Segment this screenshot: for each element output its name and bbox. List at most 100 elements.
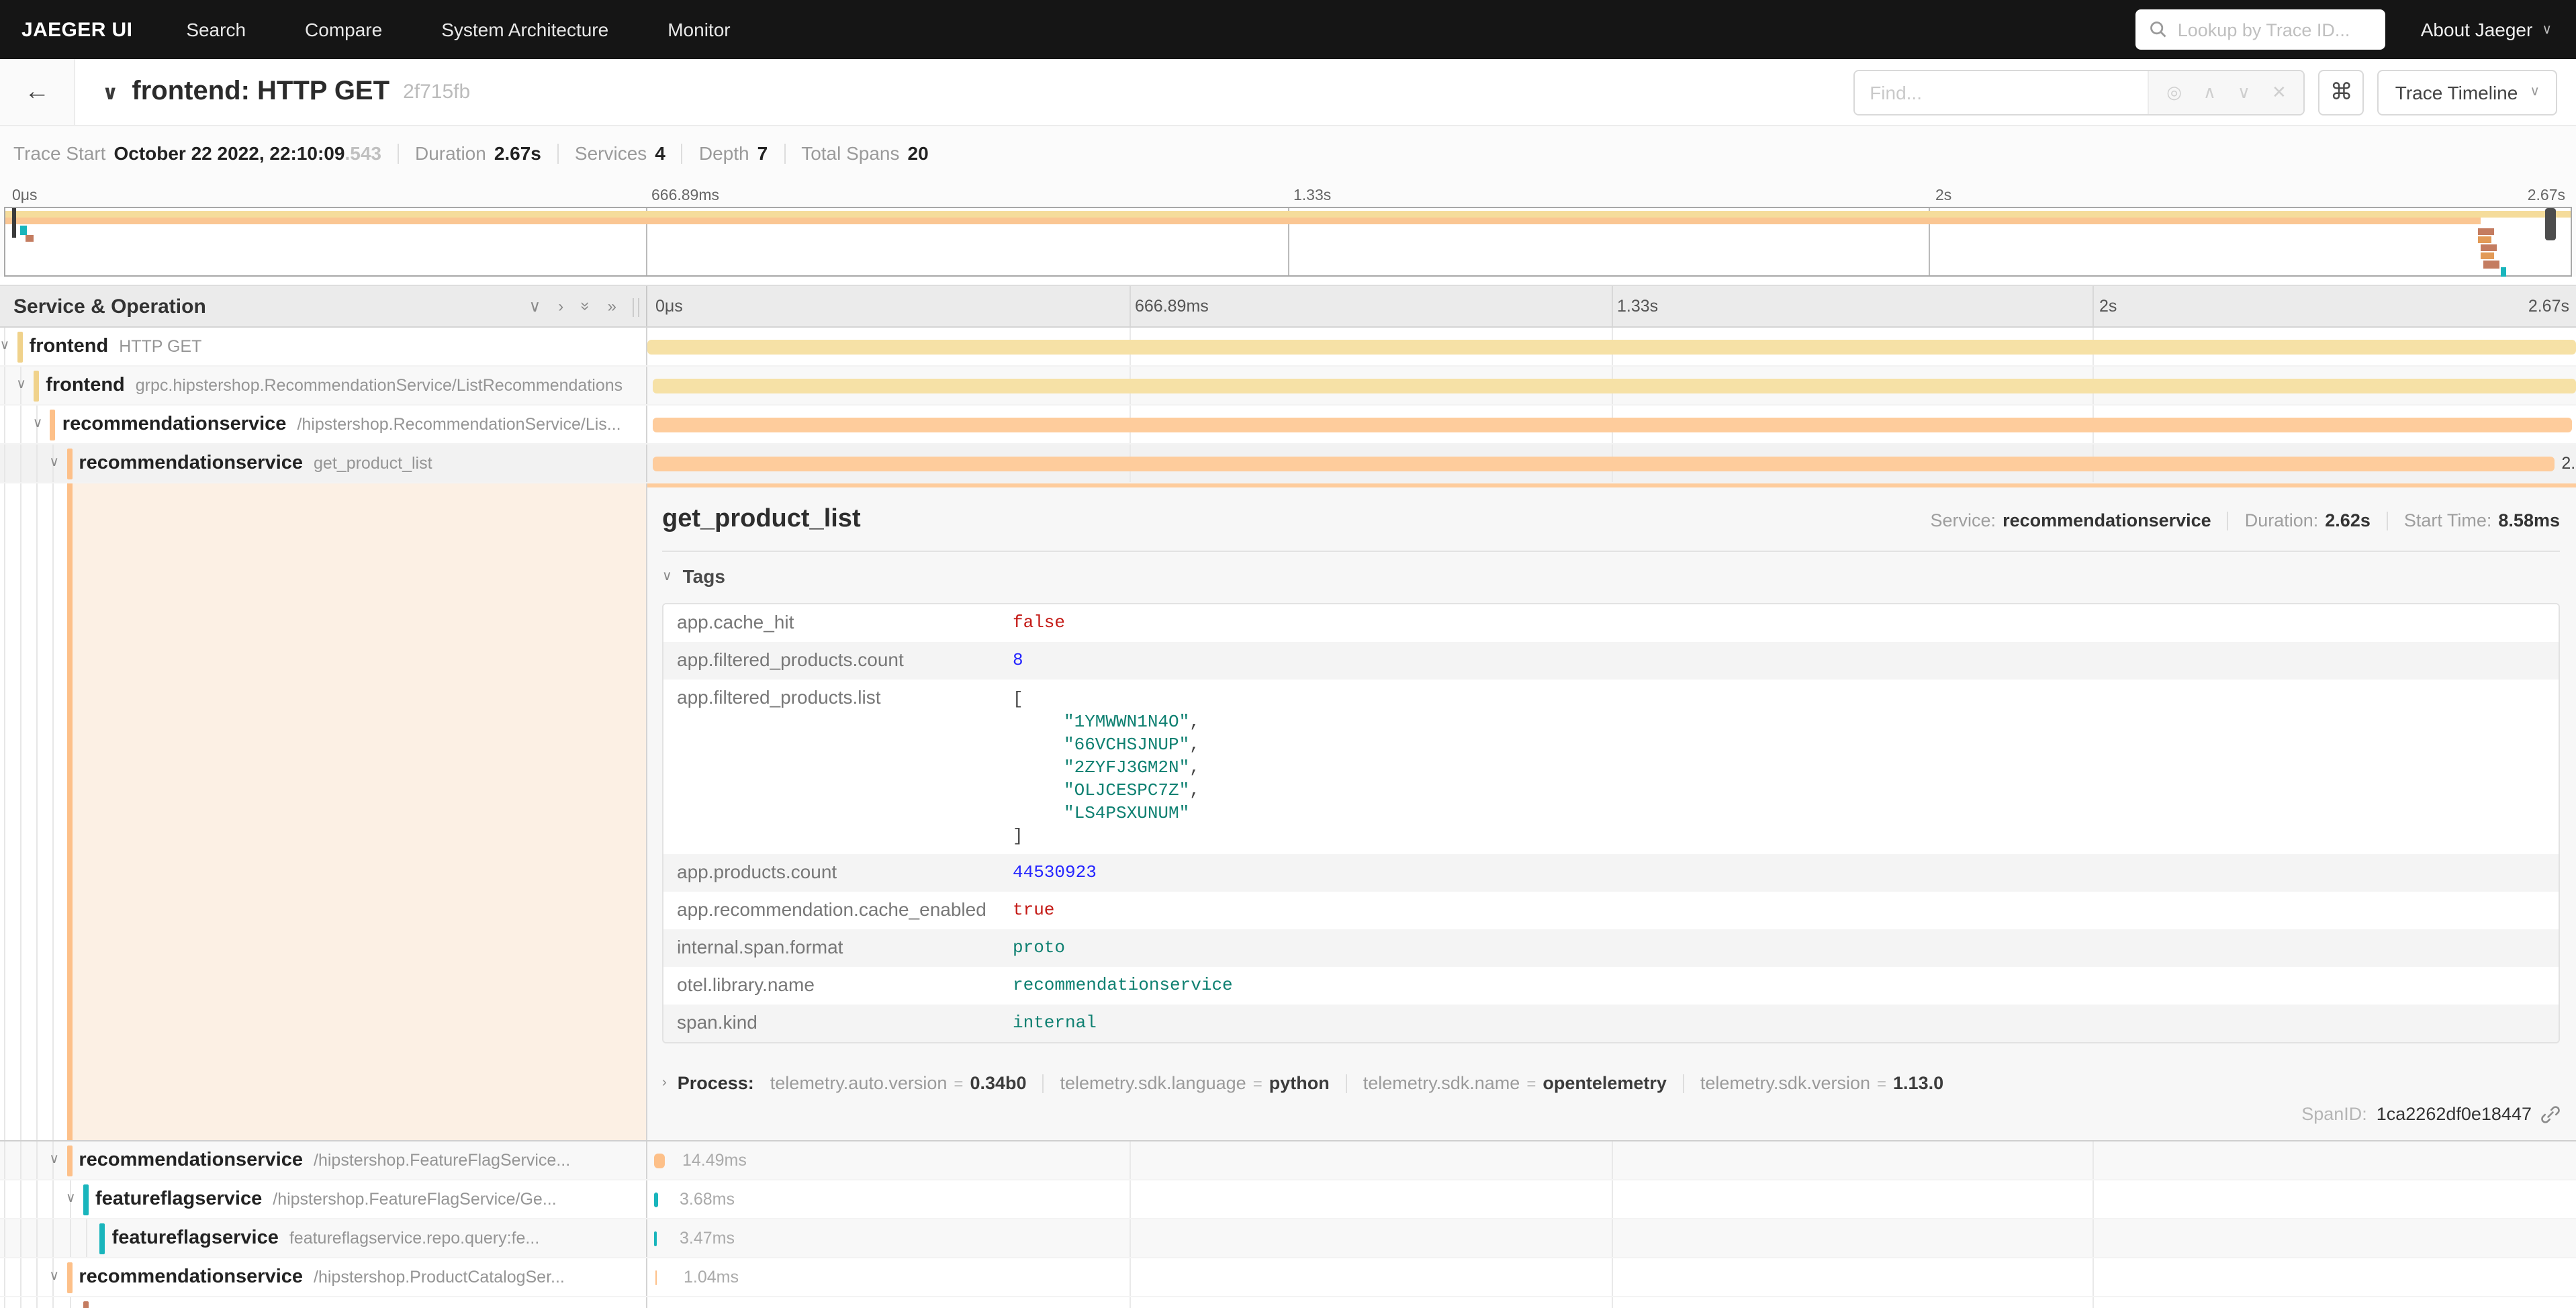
- span-timeline-cell[interactable]: 3.47ms: [647, 1219, 2576, 1257]
- process-row[interactable]: › Process: telemetry.auto.version=0.34b0…: [662, 1073, 2560, 1093]
- span-name-cell[interactable]: ∨recommendationservice/hipstershop.Produ…: [0, 1258, 647, 1296]
- span-name-cell[interactable]: featureflagservicefeatureflagservice.rep…: [0, 1219, 647, 1257]
- span-name-cell[interactable]: ∨recommendationservice/hipstershop.Recom…: [0, 406, 647, 443]
- span-bar[interactable]: [655, 1270, 656, 1285]
- nav-item-compare[interactable]: Compare: [275, 0, 412, 59]
- operation-name: get_product_list: [314, 454, 432, 473]
- span-name-cell[interactable]: ∨recommendationservice/hipstershop.Featu…: [0, 1141, 647, 1179]
- span-bar[interactable]: [655, 1231, 657, 1246]
- divider: [784, 143, 785, 163]
- span-bar[interactable]: [655, 1193, 658, 1207]
- span-row[interactable]: ∨recommendationservice/hipstershop.Produ…: [0, 1258, 2576, 1297]
- find-input[interactable]: [1855, 71, 2148, 113]
- tag-key: span.kind: [663, 1005, 1010, 1039]
- span-row[interactable]: ∨featureflagservice/hipstershop.FeatureF…: [0, 1180, 2576, 1219]
- tag-row[interactable]: otel.library.namerecommendationservice: [663, 967, 2559, 1005]
- span-bar[interactable]: [653, 379, 2576, 393]
- trace-id-input[interactable]: [2178, 19, 2373, 40]
- back-button[interactable]: ←: [0, 59, 75, 125]
- minimap-canvas[interactable]: [4, 207, 2572, 277]
- link-icon[interactable]: [2541, 1105, 2560, 1123]
- clear-find-icon[interactable]: ✕: [2272, 81, 2287, 103]
- tags-section-toggle[interactable]: ∨ Tags: [662, 565, 2560, 587]
- service-name: featureflagservice: [95, 1188, 262, 1210]
- spanid-label: SpanID:: [2301, 1104, 2367, 1124]
- chevron-down-icon[interactable]: ∨: [49, 1152, 59, 1167]
- keyboard-shortcuts-button[interactable]: ⌘: [2319, 69, 2364, 115]
- nav-item-system-architecture[interactable]: System Architecture: [412, 0, 638, 59]
- tag-row[interactable]: app.filtered_products.count8: [663, 642, 2559, 680]
- span-row[interactable]: [0, 1297, 2576, 1308]
- chevron-down-icon[interactable]: ∨: [16, 377, 26, 392]
- summary-item: Services4: [575, 142, 665, 164]
- column-resizer-handle[interactable]: [633, 298, 639, 317]
- span-name-cell[interactable]: ∨frontendgrpc.hipstershop.Recommendation…: [0, 367, 647, 404]
- span-row[interactable]: ∨recommendationserviceget_product_list2.…: [0, 445, 2576, 483]
- minimap-span-mark: [5, 211, 2571, 218]
- span-timeline-cell[interactable]: [647, 1297, 2576, 1308]
- operation-name: featureflagservice.repo.query:fe...: [289, 1229, 539, 1248]
- summary-item: Total Spans20: [801, 142, 929, 164]
- span-name-cell[interactable]: ∨featureflagservice/hipstershop.FeatureF…: [0, 1180, 647, 1218]
- span-timeline-cell[interactable]: 3.68ms: [647, 1180, 2576, 1218]
- indent-guide: [36, 1297, 38, 1308]
- next-result-icon[interactable]: ∨: [2238, 81, 2250, 103]
- span-timeline-cell[interactable]: [647, 328, 2576, 365]
- span-name-cell[interactable]: ∨frontendHTTP GET: [0, 328, 647, 365]
- span-row[interactable]: ∨frontendgrpc.hipstershop.Recommendation…: [0, 367, 2576, 406]
- span-timeline-cell[interactable]: 14.49ms: [647, 1141, 2576, 1179]
- span-row[interactable]: ∨recommendationservice/hipstershop.Recom…: [0, 406, 2576, 445]
- tag-row[interactable]: app.recommendation.cache_enabledtrue: [663, 892, 2559, 929]
- service-color-chip: [83, 1184, 89, 1215]
- chevron-down-icon[interactable]: ∨: [0, 338, 9, 353]
- expand-all-icon[interactable]: »: [608, 297, 616, 316]
- tag-value: recommendationservice: [1010, 967, 1246, 1002]
- indent-guide: [3, 367, 5, 404]
- view-select-button[interactable]: Trace Timeline ∨: [2378, 69, 2557, 115]
- span-name-cell[interactable]: ∨recommendationserviceget_product_list: [0, 445, 647, 482]
- minimap-span-mark: [2478, 228, 2493, 235]
- indent-guide: [20, 1180, 21, 1218]
- collapse-one-icon[interactable]: ∨: [529, 297, 541, 316]
- nav-item-search[interactable]: Search: [156, 0, 275, 59]
- span-bar[interactable]: [647, 340, 2576, 355]
- indent-guide: [53, 1219, 54, 1257]
- span-name-cell[interactable]: [0, 1297, 647, 1308]
- service-color-chip: [50, 410, 56, 440]
- expand-one-icon[interactable]: ›: [558, 297, 563, 316]
- app-logo[interactable]: JAEGER UI: [0, 18, 156, 41]
- tag-row[interactable]: internal.span.formatproto: [663, 929, 2559, 967]
- span-row[interactable]: featureflagservicefeatureflagservice.rep…: [0, 1219, 2576, 1258]
- jaeger-trace-page: JAEGER UI SearchCompareSystem Architectu…: [0, 0, 2576, 1308]
- span-timeline-cell[interactable]: 2.62s: [647, 445, 2576, 482]
- span-timeline-cell[interactable]: [647, 367, 2576, 404]
- collapse-all-icon[interactable]: »: [576, 301, 595, 310]
- chevron-down-icon[interactable]: ∨: [49, 455, 59, 470]
- nav-item-monitor[interactable]: Monitor: [638, 0, 760, 59]
- trace-id-lookup[interactable]: [2136, 9, 2386, 50]
- span-bar[interactable]: [654, 1154, 665, 1168]
- span-row[interactable]: ∨frontendHTTP GET: [0, 328, 2576, 367]
- span-timeline-cell[interactable]: 1.04ms: [647, 1258, 2576, 1296]
- chevron-down-icon[interactable]: ∨: [33, 416, 43, 431]
- about-jaeger-menu[interactable]: About Jaeger ∨: [2421, 19, 2552, 40]
- tags-table: app.cache_hitfalseapp.filtered_products.…: [662, 603, 2560, 1043]
- span-bar[interactable]: [653, 418, 2573, 432]
- prev-result-icon[interactable]: ∧: [2203, 81, 2216, 103]
- trace-collapse-chevron-icon[interactable]: ∨: [102, 80, 118, 104]
- tag-row[interactable]: app.products.count44530923: [663, 854, 2559, 892]
- chevron-down-icon[interactable]: ∨: [66, 1191, 76, 1206]
- span-timeline-cell[interactable]: [647, 406, 2576, 443]
- chevron-right-icon: ›: [662, 1076, 667, 1090]
- locate-icon[interactable]: ◎: [2166, 81, 2182, 103]
- tag-row[interactable]: app.filtered_products.list["1YMWWN1N4O",…: [663, 680, 2559, 854]
- operation-name: HTTP GET: [119, 337, 201, 356]
- chevron-down-icon[interactable]: ∨: [49, 1269, 59, 1284]
- tag-row[interactable]: span.kindinternal: [663, 1005, 2559, 1042]
- span-bar[interactable]: [653, 457, 2555, 471]
- indent-guide: [36, 483, 38, 1140]
- process-field: telemetry.sdk.name=opentelemetry: [1363, 1073, 1667, 1093]
- span-color-band: [66, 483, 72, 1140]
- tag-row[interactable]: app.cache_hitfalse: [663, 604, 2559, 642]
- span-row[interactable]: ∨recommendationservice/hipstershop.Featu…: [0, 1141, 2576, 1180]
